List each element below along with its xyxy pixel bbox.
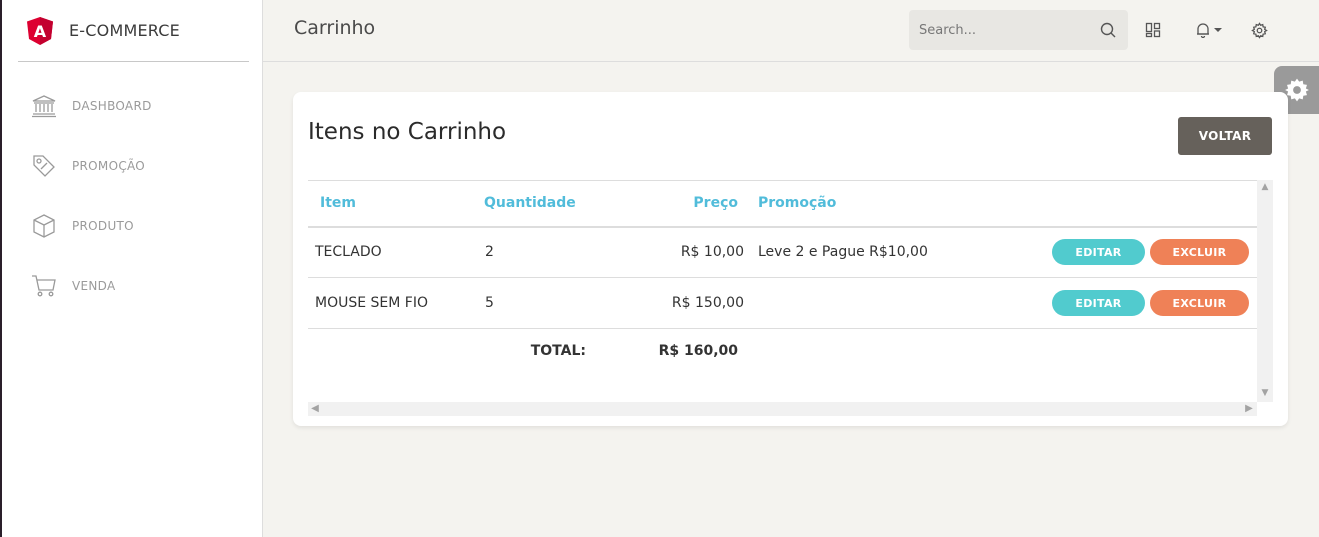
cart-card: Itens no Carrinho VOLTAR Item Quantidade… <box>293 92 1288 426</box>
angular-logo-icon: A <box>27 16 53 45</box>
cell-quantity: 2 <box>485 244 494 261</box>
cell-promo <box>744 278 1024 329</box>
logo-letter: A <box>34 22 47 41</box>
table-row: MOUSE SEM FIO 5 R$ 150,00 EDITAR EXCLUIR <box>308 278 1257 329</box>
scroll-down-icon[interactable]: ▼ <box>1261 389 1269 398</box>
search-input[interactable] <box>919 22 1089 38</box>
cell-item: MOUSE SEM FIO <box>315 295 428 311</box>
cell-item: TECLADO <box>315 244 382 261</box>
cell-actions: EDITAR EXCLUIR <box>1024 227 1257 278</box>
notifications-dropdown[interactable] <box>1191 20 1225 40</box>
total-value: R$ 160,00 <box>658 342 738 359</box>
cell-price: R$ 10,00 <box>680 244 744 261</box>
edit-button[interactable]: EDITAR <box>1052 239 1145 266</box>
delete-button[interactable]: EXCLUIR <box>1150 239 1249 266</box>
back-button[interactable]: VOLTAR <box>1178 117 1272 155</box>
sidebar-item-venda[interactable]: VENDA <box>2 256 263 316</box>
grid-icon[interactable] <box>1143 20 1163 40</box>
sidebar-item-promocao[interactable]: PROMOÇÃO <box>2 136 263 196</box>
page-title: Carrinho <box>294 17 376 39</box>
scroll-right-icon[interactable]: ▶ <box>1245 404 1253 414</box>
box-icon <box>30 212 58 240</box>
edit-button[interactable]: EDITAR <box>1052 290 1145 316</box>
scroll-up-icon[interactable]: ▲ <box>1261 183 1269 192</box>
sidebar-item-label: DASHBOARD <box>72 99 152 113</box>
sidebar-item-dashboard[interactable]: DASHBOARD <box>2 76 263 136</box>
cell-price: R$ 150,00 <box>671 295 744 311</box>
search-icon[interactable] <box>1100 22 1116 38</box>
table-row: TECLADO 2 R$ 10,00 Leve 2 e Pague R$10,0… <box>308 227 1257 278</box>
sidebar-nav: DASHBOARD PROMOÇÃO PRODUTO VENDA <box>2 76 263 316</box>
brand[interactable]: A E-COMMERCE <box>18 0 249 62</box>
tag-icon <box>30 152 58 180</box>
bank-icon <box>30 92 58 120</box>
sidebar-item-label: PROMOÇÃO <box>72 159 146 173</box>
vertical-scrollbar[interactable]: ▲ ▼ <box>1257 180 1273 402</box>
column-header-item[interactable]: Item <box>308 181 484 227</box>
column-header-promo[interactable]: Promoção <box>744 181 1024 227</box>
total-label: TOTAL: <box>530 342 586 359</box>
scroll-left-icon[interactable]: ◀ <box>311 404 319 414</box>
card-title: Itens no Carrinho <box>308 119 507 145</box>
sidebar-item-produto[interactable]: PRODUTO <box>2 196 263 256</box>
bell-icon <box>1196 23 1209 38</box>
brand-name: E-COMMERCE <box>69 21 180 40</box>
gear-icon[interactable] <box>1249 20 1269 40</box>
chevron-down-icon <box>1213 28 1222 32</box>
cell-quantity: 5 <box>485 295 494 311</box>
column-header-price[interactable]: Preço <box>614 181 744 227</box>
cart-table-container: Item Quantidade Preço Promoção TECLADO 2… <box>308 180 1273 416</box>
topbar: Carrinho <box>263 0 1319 62</box>
sidebar-item-label: PRODUTO <box>72 219 134 233</box>
search-box[interactable] <box>909 10 1128 50</box>
column-header-actions <box>1024 181 1257 227</box>
delete-button[interactable]: EXCLUIR <box>1150 290 1249 316</box>
cart-table: Item Quantidade Preço Promoção TECLADO 2… <box>308 180 1257 373</box>
horizontal-scrollbar[interactable]: ◀ ▶ <box>308 402 1257 416</box>
sidebar: A E-COMMERCE DASHBOARD PROMOÇÃO PRODUTO … <box>0 0 263 537</box>
table-header-row: Item Quantidade Preço Promoção <box>308 180 1257 227</box>
cell-promo: Leve 2 e Pague R$10,00 <box>758 244 928 261</box>
cart-icon <box>30 272 58 300</box>
column-header-quantity[interactable]: Quantidade <box>484 181 614 227</box>
sidebar-item-label: VENDA <box>72 279 116 293</box>
cell-actions: EDITAR EXCLUIR <box>1024 278 1257 329</box>
total-row: TOTAL: R$ 160,00 <box>308 329 1257 373</box>
